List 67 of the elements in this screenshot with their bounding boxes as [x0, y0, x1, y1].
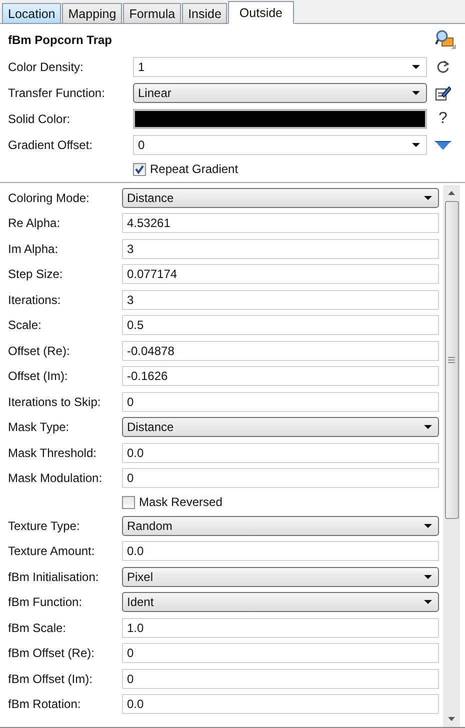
field-label: Mask Modulation:: [8, 471, 104, 486]
field-label: Offset (Re):: [8, 344, 71, 358]
input-field[interactable]: 3: [122, 290, 439, 310]
dropdown[interactable]: Random: [122, 516, 439, 536]
field-label: Gradient Offset:: [8, 138, 94, 152]
input-field[interactable]: 0.0: [122, 442, 439, 463]
color-swatch[interactable]: [133, 109, 427, 129]
input-field[interactable]: 0.0: [122, 694, 439, 714]
input-field[interactable]: 0: [122, 392, 439, 412]
input-field[interactable]: -0.04878: [122, 340, 439, 361]
field-label: Iterations:: [8, 292, 62, 307]
field-label: fBm Initialisation:: [8, 570, 100, 584]
reset-icon[interactable]: [436, 60, 450, 74]
edit-icon[interactable]: [435, 85, 451, 101]
field-label: Scale:: [8, 318, 42, 332]
input-field[interactable]: 0.5: [122, 315, 439, 336]
grip-icon: [448, 357, 455, 363]
field-label: Solid Color:: [8, 112, 72, 126]
input-field[interactable]: 0.077174: [122, 264, 439, 284]
checkbox[interactable]: Mask Reversed: [122, 495, 222, 509]
checkbox[interactable]: Repeat Gradient: [133, 162, 238, 176]
input-field[interactable]: 0: [122, 668, 439, 689]
field-label: Transfer Function:: [8, 86, 106, 100]
help-icon[interactable]: ?: [438, 110, 448, 128]
field-label: fBm Offset (Re):: [8, 646, 96, 660]
field-label: Offset (Im):: [8, 369, 69, 384]
field-label: Coloring Mode:: [8, 190, 90, 205]
field-label: Texture Type:: [8, 518, 81, 533]
field-label: Color Density:: [8, 60, 84, 74]
tab[interactable]: Mapping: [62, 3, 122, 23]
field-label: fBm Function:: [8, 595, 84, 610]
checkmark-icon: [134, 164, 145, 174]
input-field[interactable]: 0: [122, 468, 439, 488]
tab[interactable]: Location: [2, 3, 62, 23]
field-label: Im Alpha:: [8, 242, 60, 256]
dropdown[interactable]: Ident: [122, 592, 439, 612]
input-field[interactable]: 4.53261: [122, 213, 439, 234]
magnifier-folder-icon[interactable]: [435, 30, 457, 50]
field-label: fBm Offset (Im):: [8, 672, 94, 686]
field-label: Step Size:: [8, 267, 64, 282]
combo-box[interactable]: 1: [133, 57, 427, 77]
field-label: Iterations to Skip:: [8, 394, 102, 409]
field-label: fBm Scale:: [8, 620, 68, 635]
scroll-down-icon[interactable]: [448, 717, 455, 721]
scroll-thumb[interactable]: [444, 201, 458, 519]
input-field[interactable]: 3: [122, 238, 439, 259]
input-field[interactable]: 1.0: [122, 618, 439, 638]
input-field[interactable]: -0.1626: [122, 366, 439, 386]
tab[interactable]: Outside: [228, 1, 294, 24]
scrollbar[interactable]: [443, 185, 460, 727]
scroll-up-icon[interactable]: [448, 191, 455, 195]
input-field[interactable]: 0.0: [122, 541, 439, 562]
field-label: Re Alpha:: [8, 216, 62, 230]
field-label: fBm Rotation:: [8, 697, 82, 712]
field-label: Mask Threshold:: [8, 446, 98, 460]
tab[interactable]: Formula: [123, 3, 182, 23]
dropdown[interactable]: Distance: [122, 417, 439, 438]
field-label: Texture Amount:: [8, 544, 96, 558]
input-field[interactable]: 0: [122, 643, 439, 664]
dropdown[interactable]: Pixel: [122, 566, 439, 587]
field-label: Mask Type:: [8, 420, 70, 434]
combo-box[interactable]: 0: [133, 135, 427, 155]
formula-title: fBm Popcorn Trap: [8, 33, 112, 47]
tab[interactable]: Inside: [182, 3, 228, 23]
dropdown-arrow-icon[interactable]: [435, 140, 451, 150]
dropdown[interactable]: Distance: [122, 188, 439, 208]
dropdown[interactable]: Linear: [133, 83, 427, 103]
